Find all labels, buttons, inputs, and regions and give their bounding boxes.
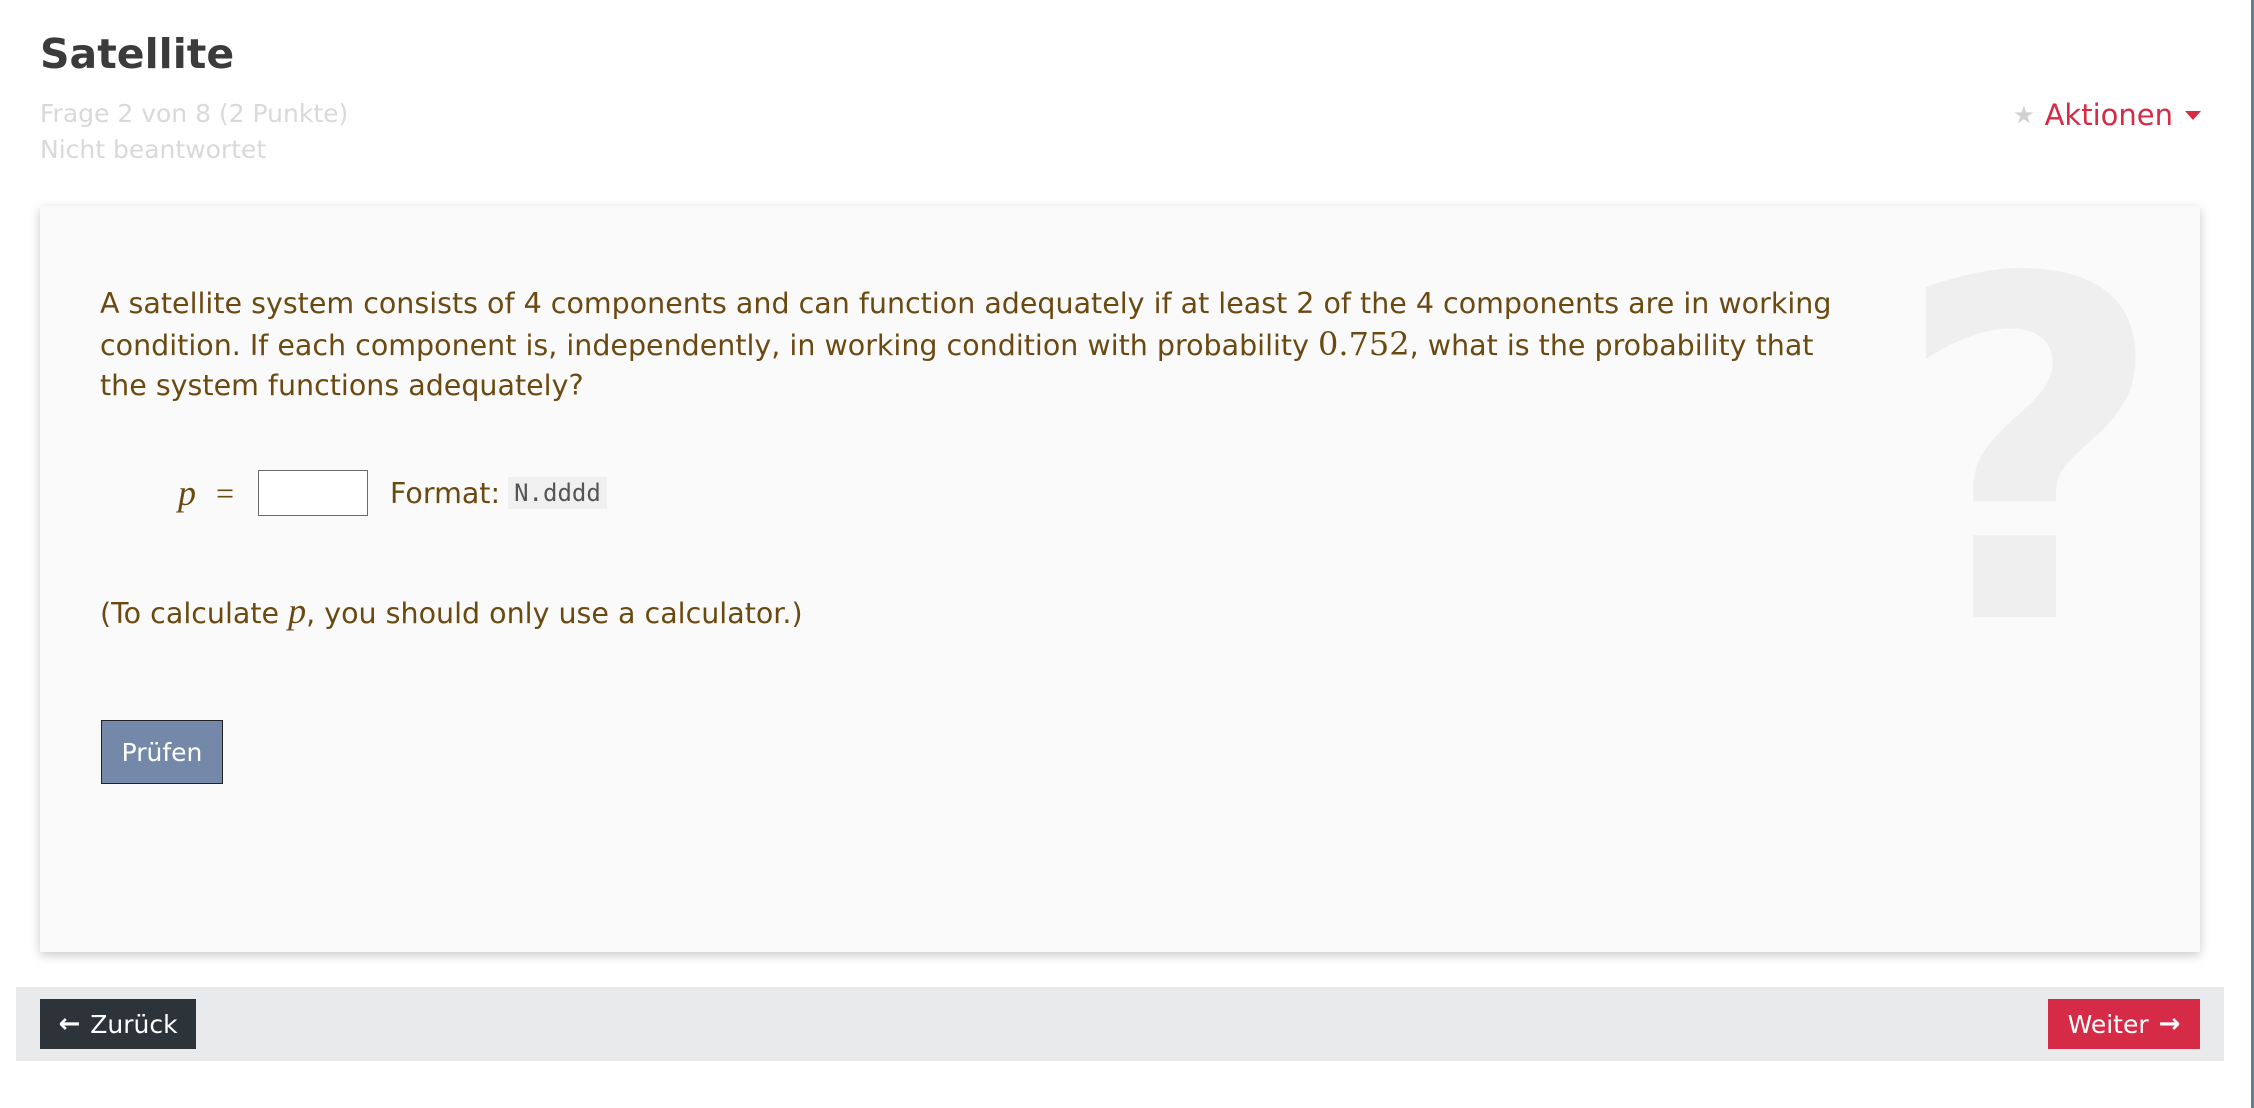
answer-input[interactable] xyxy=(258,470,369,516)
arrow-left-icon: ← xyxy=(58,1009,81,1039)
hint-prefix: (To calculate xyxy=(100,597,289,630)
equals-sign: = xyxy=(216,474,235,511)
arrow-right-icon: → xyxy=(2158,1009,2181,1039)
back-label: Zurück xyxy=(90,1009,178,1039)
actions-dropdown[interactable]: ★ Aktionen xyxy=(2013,98,2201,132)
answer-variable: p xyxy=(178,473,196,513)
format-label: Format: xyxy=(390,476,501,510)
question-mark-icon: ? xyxy=(1893,181,2166,728)
navigation-bar: ← Zurück Weiter → xyxy=(16,987,2224,1061)
probability-value: 0.752 xyxy=(1318,325,1410,363)
check-button[interactable]: Prüfen xyxy=(101,720,223,784)
back-button[interactable]: ← Zurück xyxy=(40,999,196,1049)
question-info: Frage 2 von 8 (2 Punkte) xyxy=(40,99,349,128)
question-card: ? A satellite system consists of 4 compo… xyxy=(40,206,2200,952)
hint-suffix: , you should only use a calculator.) xyxy=(306,597,803,630)
next-label: Weiter xyxy=(2067,1009,2149,1039)
caret-down-icon xyxy=(2185,110,2201,120)
question-text: A satellite system consists of 4 compone… xyxy=(100,284,1860,406)
format-code: N.dddd xyxy=(508,477,607,509)
answer-row: p = Format: N.dddd xyxy=(178,470,607,516)
actions-label: Aktionen xyxy=(2044,98,2173,132)
page-title: Satellite xyxy=(40,30,235,78)
hint-text: (To calculate p, you should only use a c… xyxy=(100,590,803,632)
star-icon[interactable]: ★ xyxy=(2013,101,2035,129)
hint-variable: p xyxy=(288,591,307,631)
question-meta: Frage 2 von 8 (2 Punkte) Nicht beantwort… xyxy=(40,96,348,168)
next-button[interactable]: Weiter → xyxy=(2048,999,2200,1049)
question-status: Nicht beantwortet xyxy=(40,135,267,164)
